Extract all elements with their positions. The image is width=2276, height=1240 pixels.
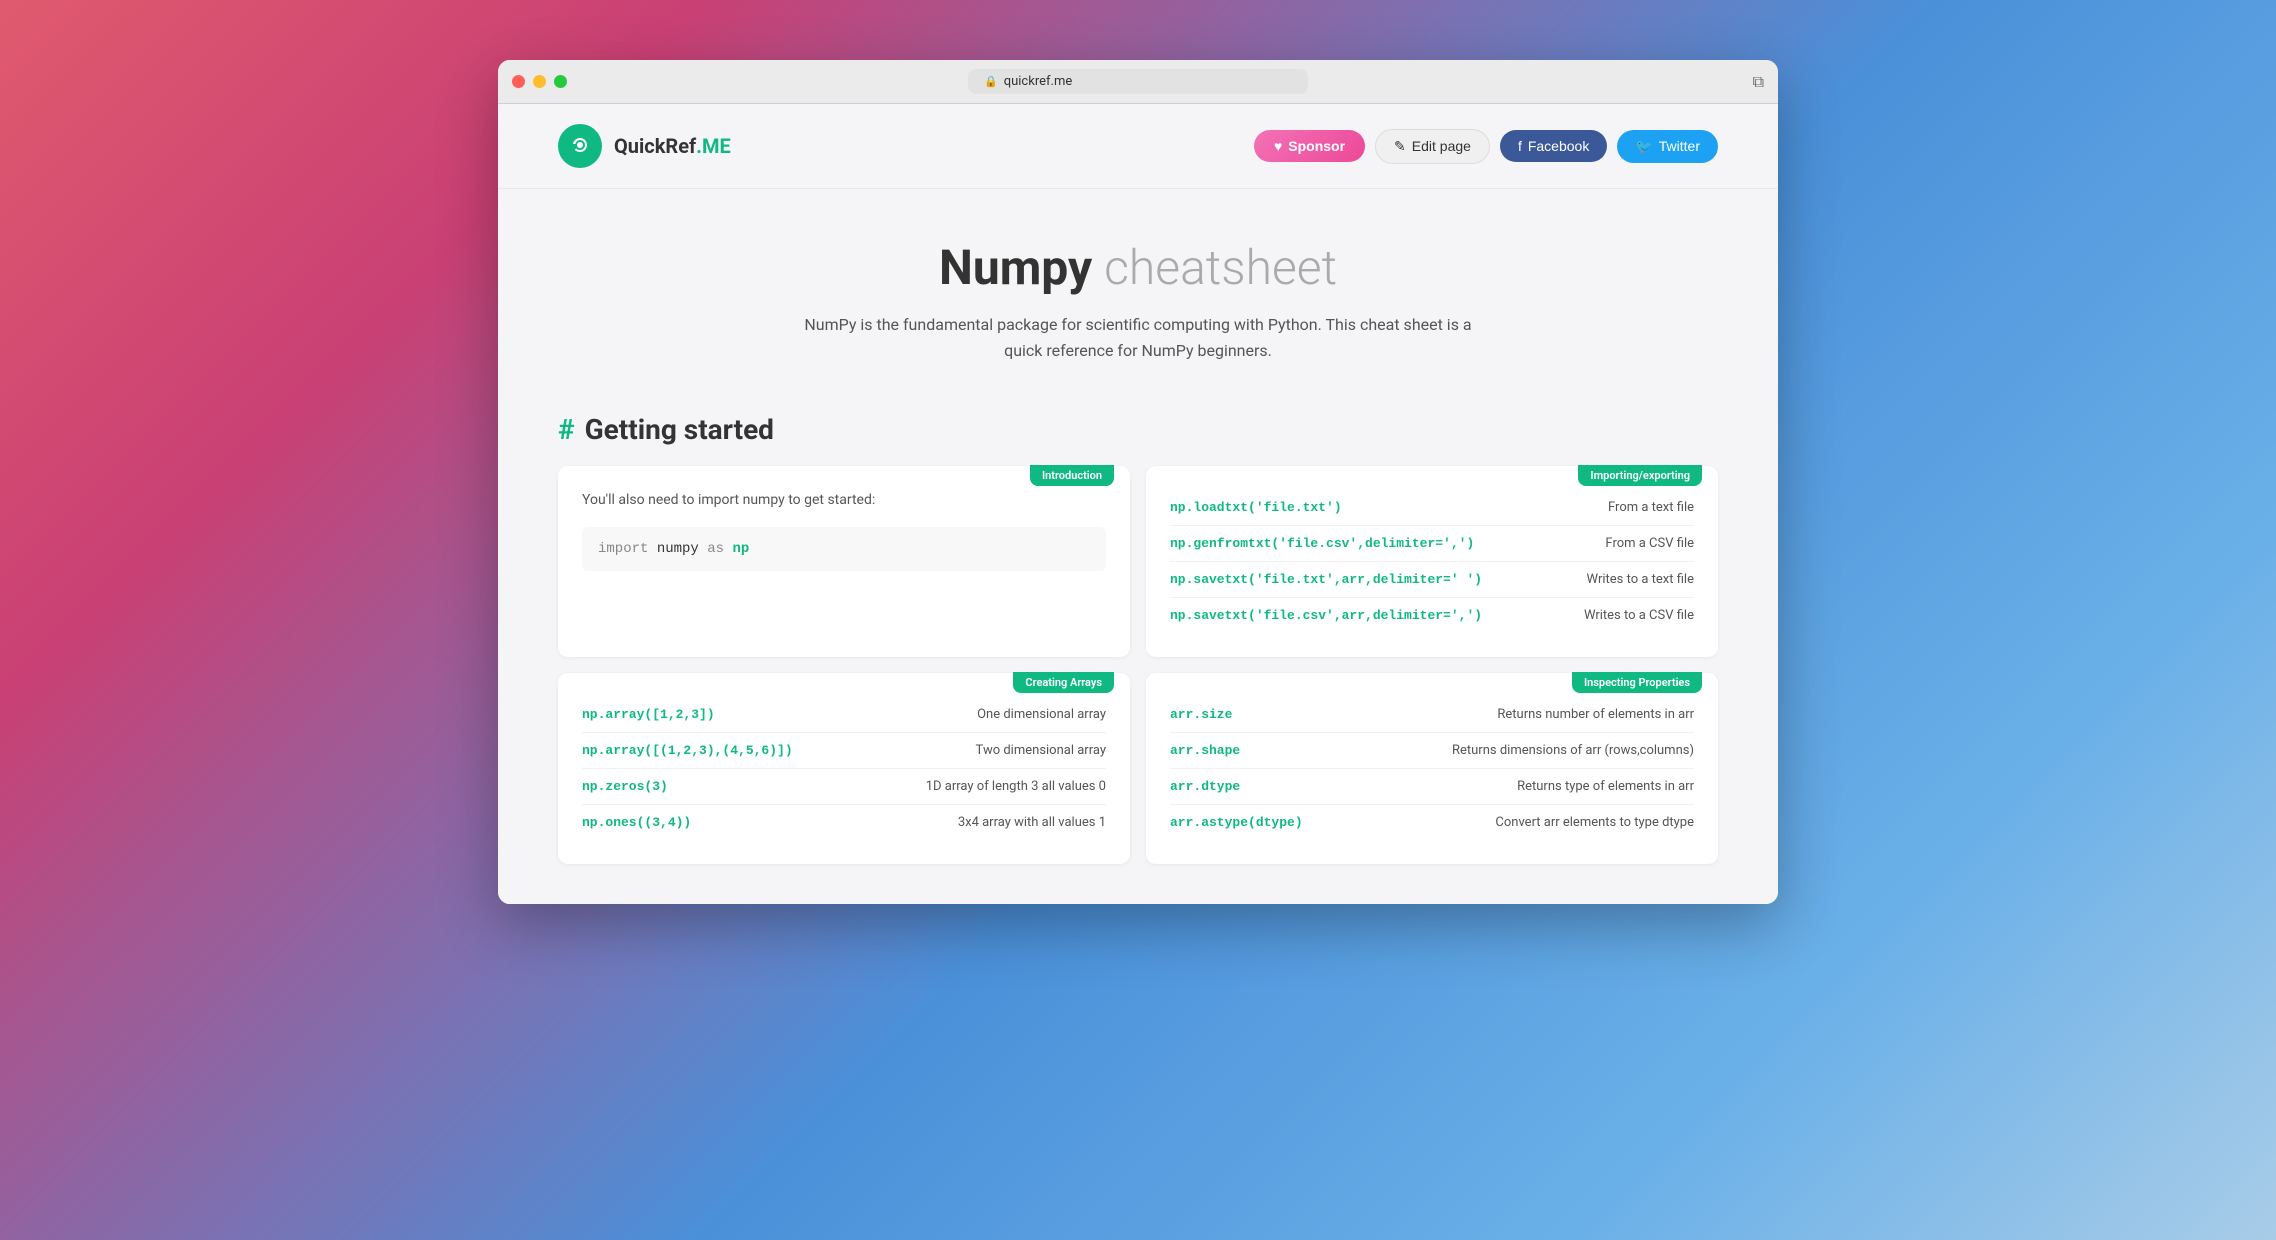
row-code: arr.size [1170, 707, 1232, 722]
badge-importing-exporting: Importing/exporting [1578, 465, 1702, 486]
table-row: arr.dtype Returns type of elements in ar… [1170, 769, 1694, 805]
table-row: arr.shape Returns dimensions of arr (row… [1170, 733, 1694, 769]
code-keyword-as: as [707, 541, 724, 557]
section-heading-getting-started: # Getting started [558, 413, 1718, 446]
address-bar[interactable]: 🔒 quickref.me [968, 69, 1308, 94]
logo[interactable]: QuickRef.ME [558, 124, 731, 168]
row-desc: Returns type of elements in arr [1517, 779, 1694, 794]
table-row: np.array([1,2,3]) One dimensional array [582, 697, 1106, 733]
row-code: arr.shape [1170, 743, 1240, 758]
intro-text: You'll also need to import numpy to get … [582, 490, 1106, 511]
row-desc: 3x4 array with all values 1 [958, 815, 1106, 830]
table-row: np.savetxt('file.txt',arr,delimiter=' ')… [1170, 562, 1694, 598]
row-code: np.savetxt('file.csv',arr,delimiter=',') [1170, 608, 1482, 623]
badge-creating-arrays: Creating Arrays [1013, 672, 1114, 693]
table-row: arr.astype(dtype) Convert arr elements t… [1170, 805, 1694, 840]
hash-symbol: # [558, 413, 575, 446]
row-desc: Writes to a CSV file [1584, 608, 1694, 623]
creating-arrays-table: np.array([1,2,3]) One dimensional array … [582, 697, 1106, 840]
row-code: np.array([(1,2,3),(4,5,6)]) [582, 743, 793, 758]
row-desc: 1D array of length 3 all values 0 [926, 779, 1106, 794]
close-button[interactable] [512, 75, 525, 88]
row-desc: From a text file [1608, 500, 1694, 515]
traffic-lights [512, 75, 567, 88]
twitter-button[interactable]: 🐦 Twitter [1617, 130, 1718, 163]
page-title: Numpy cheatsheet [558, 239, 1718, 296]
site-header: QuickRef.ME ♥ Sponsor ✎ Edit page f Face… [498, 104, 1778, 189]
card-importing-exporting: Importing/exporting np.loadtxt('file.txt… [1146, 466, 1718, 657]
table-row: np.ones((3,4)) 3x4 array with all values… [582, 805, 1106, 840]
logo-icon [558, 124, 602, 168]
card-introduction: Introduction You'll also need to import … [558, 466, 1130, 657]
page-description: NumPy is the fundamental package for sci… [788, 312, 1488, 363]
row-desc: Convert arr elements to type dtype [1495, 815, 1694, 830]
row-code: np.array([1,2,3]) [582, 707, 715, 722]
titlebar: 🔒 quickref.me ⧉ [498, 60, 1778, 104]
minimize-button[interactable] [533, 75, 546, 88]
code-text-numpy: numpy [657, 541, 707, 557]
window-control-copy[interactable]: ⧉ [1753, 72, 1764, 92]
row-code: np.loadtxt('file.txt') [1170, 500, 1342, 515]
main-content: # Getting started Introduction You'll al… [498, 393, 1778, 904]
row-desc: Writes to a text file [1587, 572, 1694, 587]
table-row: np.genfromtxt('file.csv',delimiter=',') … [1170, 526, 1694, 562]
browser-window: 🔒 quickref.me ⧉ QuickRef.ME ♥ Sponsor [498, 60, 1778, 904]
pencil-icon: ✎ [1394, 138, 1406, 155]
nav-buttons: ♥ Sponsor ✎ Edit page f Facebook 🐦 Twitt… [1254, 129, 1718, 164]
row-code: np.ones((3,4)) [582, 815, 691, 830]
address-text: quickref.me [1004, 74, 1073, 89]
table-row: np.zeros(3) 1D array of length 3 all val… [582, 769, 1106, 805]
logo-brand: QuickRef.ME [614, 134, 731, 158]
heart-icon: ♥ [1274, 138, 1282, 154]
card-creating-arrays: Creating Arrays np.array([1,2,3]) One di… [558, 673, 1130, 864]
lock-icon: 🔒 [984, 75, 998, 88]
code-block-import: import numpy as np [582, 527, 1106, 571]
row-desc: Two dimensional array [976, 743, 1106, 758]
table-row: np.array([(1,2,3),(4,5,6)]) Two dimensio… [582, 733, 1106, 769]
badge-introduction: Introduction [1030, 465, 1114, 486]
row-desc: Returns number of elements in arr [1497, 707, 1694, 722]
row-code: np.genfromtxt('file.csv',delimiter=',') [1170, 536, 1474, 551]
card-inspecting-properties: Inspecting Properties arr.size Returns n… [1146, 673, 1718, 864]
twitter-icon: 🐦 [1635, 138, 1652, 155]
facebook-button[interactable]: f Facebook [1500, 130, 1607, 162]
page-content: QuickRef.ME ♥ Sponsor ✎ Edit page f Face… [498, 104, 1778, 904]
row-code: arr.astype(dtype) [1170, 815, 1303, 830]
row-code: np.zeros(3) [582, 779, 668, 794]
inspecting-properties-table: arr.size Returns number of elements in a… [1170, 697, 1694, 840]
sponsor-button[interactable]: ♥ Sponsor [1254, 130, 1365, 162]
table-row: np.savetxt('file.csv',arr,delimiter=',')… [1170, 598, 1694, 633]
row-desc: Returns dimensions of arr (rows,columns) [1452, 743, 1694, 758]
code-value-np: np [732, 541, 749, 557]
table-row: arr.size Returns number of elements in a… [1170, 697, 1694, 733]
table-row: np.loadtxt('file.txt') From a text file [1170, 490, 1694, 526]
code-keyword-import: import [598, 541, 648, 557]
row-desc: One dimensional array [977, 707, 1106, 722]
badge-inspecting-properties: Inspecting Properties [1572, 672, 1702, 693]
facebook-icon: f [1518, 138, 1522, 154]
hero-section: Numpy cheatsheet NumPy is the fundamenta… [498, 189, 1778, 393]
edit-page-button[interactable]: ✎ Edit page [1375, 129, 1490, 164]
cards-row-2: Creating Arrays np.array([1,2,3]) One di… [558, 673, 1718, 864]
row-desc: From a CSV file [1605, 536, 1694, 551]
row-code: arr.dtype [1170, 779, 1240, 794]
maximize-button[interactable] [554, 75, 567, 88]
cards-row-1: Introduction You'll also need to import … [558, 466, 1718, 657]
row-code: np.savetxt('file.txt',arr,delimiter=' ') [1170, 572, 1482, 587]
importing-exporting-table: np.loadtxt('file.txt') From a text file … [1170, 490, 1694, 633]
